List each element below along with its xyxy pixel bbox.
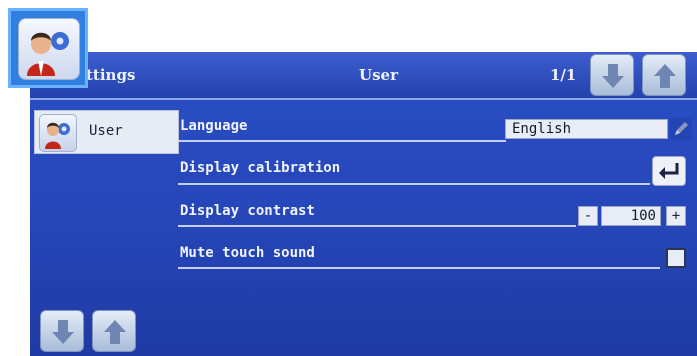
calibration-enter-button[interactable] [652,156,686,186]
mute-label: Mute touch sound [180,245,315,261]
row-divider [178,140,506,142]
page-indicator: 1/1 [550,66,577,84]
title-bar: ttings User 1/1 [30,52,697,100]
enter-return-icon [659,163,679,179]
contrast-label: Display contrast [180,203,315,219]
arrow-down-icon [52,320,74,344]
contrast-value-field[interactable]: 100 [601,206,661,226]
title-settings: ttings [86,66,136,84]
language-label: Language [180,118,248,134]
language-field[interactable]: English [505,119,668,139]
app-icon-frame [8,8,88,88]
sidebar-item-label: User [89,123,123,139]
arrow-down-icon [602,64,624,88]
edit-language-button[interactable] [670,118,692,140]
contrast-decrease-button[interactable]: - [578,206,598,226]
page-down-button[interactable] [590,54,634,96]
arrow-up-icon [654,64,676,88]
user-settings-icon [39,114,77,152]
sidebar-scroll-down-button[interactable] [40,310,84,352]
mute-touch-sound-checkbox[interactable] [666,248,686,268]
row-divider [178,225,576,227]
pencil-icon [675,122,688,135]
user-settings-icon [18,18,80,80]
row-divider [178,267,660,269]
contrast-increase-button[interactable]: + [666,206,686,226]
settings-screen: ttings User 1/1 User Language English Di… [30,52,697,356]
calibration-label: Display calibration [180,160,341,176]
sidebar-scroll-up-button[interactable] [92,310,136,352]
page-title: User [359,66,398,84]
page-up-button[interactable] [642,54,686,96]
arrow-up-icon [104,320,126,344]
row-divider [178,183,650,185]
sidebar-item-user[interactable]: User [34,110,179,154]
